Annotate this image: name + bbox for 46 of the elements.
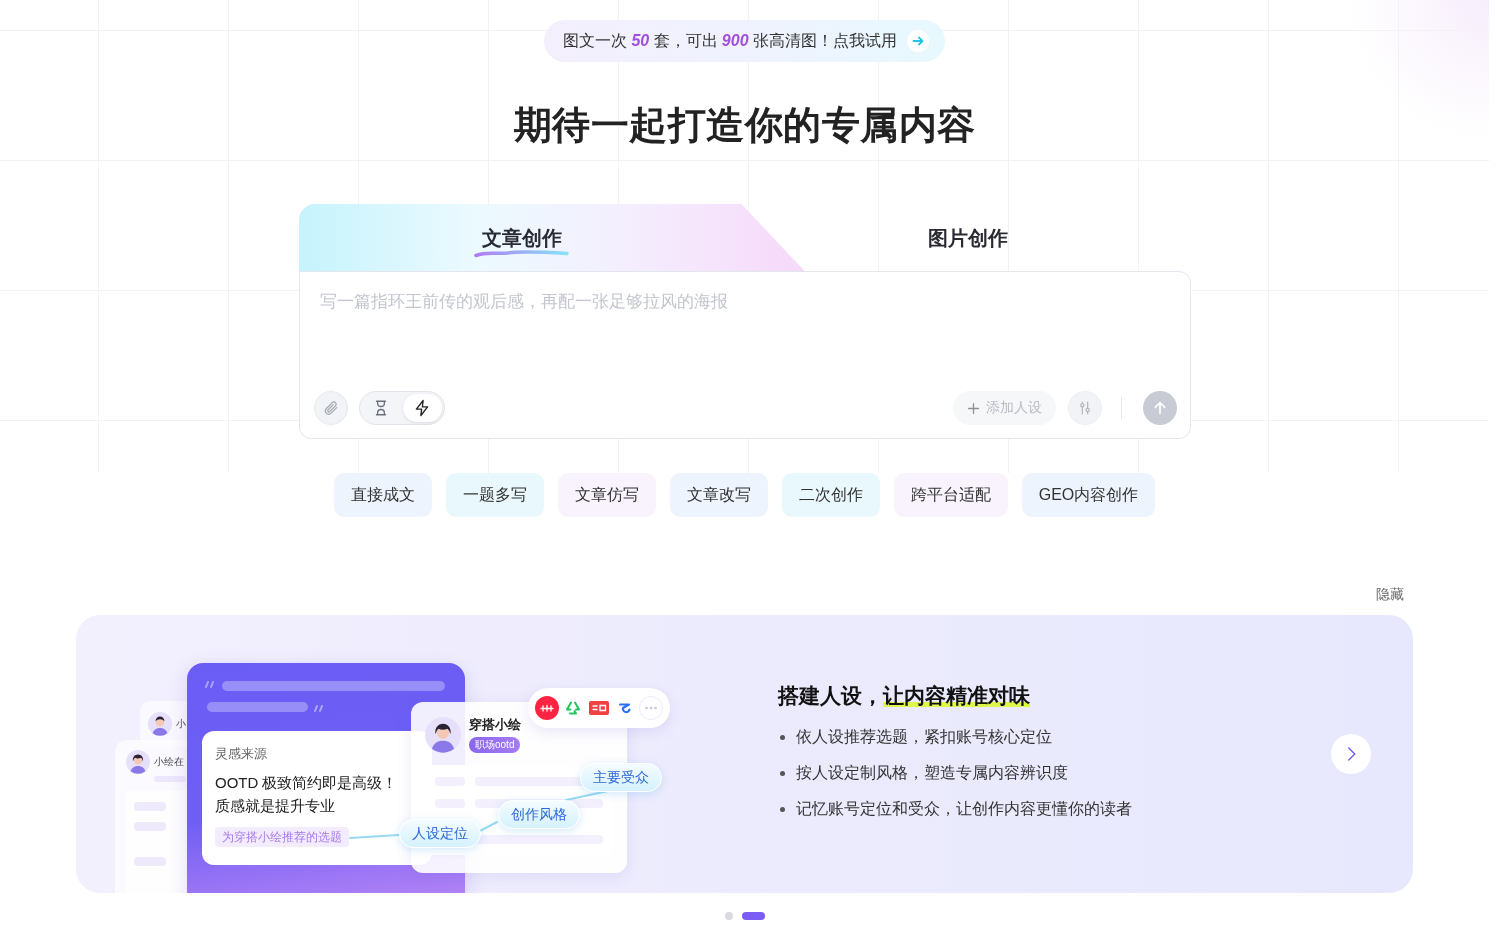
avatar-icon — [126, 750, 150, 774]
hide-link[interactable]: 隐藏 — [1376, 584, 1404, 604]
bullet-icon — [780, 734, 785, 740]
page-headline: 期待一起打造你的专属内容 — [513, 103, 976, 148]
persona-tag: 职场ootd — [469, 737, 521, 753]
placeholder-bar — [154, 776, 186, 782]
arrow-right-icon — [906, 30, 929, 52]
card-text: OOTD 极致简约即是高级！ 质感就是提升专业 — [215, 773, 399, 816]
bullet-icon — [780, 806, 785, 812]
topic-tag: 为穿搭小绘推荐的选题 — [215, 827, 349, 847]
profile-name: 小 — [176, 717, 186, 731]
mode-chip[interactable]: 文章仿写 — [557, 473, 656, 517]
avatar-icon — [148, 712, 172, 736]
plus-icon — [966, 401, 980, 415]
keyword-bubble: 创作风格 — [498, 800, 580, 829]
more-icon — [639, 696, 663, 720]
circle-logo-icon — [535, 696, 559, 720]
tab[interactable]: 图片创作 — [805, 204, 1191, 272]
feature-text: 记忆账号定位和受众，让创作内容更懂你的读者 — [796, 799, 1132, 819]
persona-name: 穿搭小绘 — [469, 716, 521, 734]
settings-button[interactable] — [1067, 391, 1102, 425]
mode-chip[interactable]: 跨平台适配 — [893, 473, 1008, 517]
page-dot[interactable] — [724, 912, 733, 920]
mode-chip[interactable]: 一题多写 — [445, 473, 544, 517]
banner-title: 搭建人设，让内容精准对味 — [778, 683, 1030, 709]
keyword-bubble: 人设定位 — [399, 819, 481, 848]
underline-stroke-icon — [473, 249, 569, 258]
avatar-icon — [425, 716, 461, 753]
next-button[interactable] — [1331, 734, 1371, 774]
attach-button[interactable] — [313, 391, 348, 425]
mode-chip[interactable]: 文章改写 — [669, 473, 768, 517]
keyword-bubble: 主要受众 — [580, 763, 662, 792]
profile-name: 小绘在 — [154, 755, 184, 769]
paperclip-icon — [322, 400, 339, 416]
tab[interactable]: 文章创作 — [298, 204, 806, 272]
lightning-icon — [413, 399, 431, 417]
mode-chip[interactable]: GEO内容创作 — [1021, 473, 1156, 517]
mode-chip[interactable]: 二次创作 — [781, 473, 880, 517]
mode-option[interactable] — [402, 394, 442, 422]
mode-chip[interactable]: 直接成文 — [333, 473, 432, 517]
feature-text: 按人设定制风格，塑造专属内容辨识度 — [796, 763, 1068, 783]
arrow-up-icon — [1151, 400, 1168, 416]
bullet-icon — [780, 770, 785, 776]
card-label: 灵感来源 — [215, 745, 268, 763]
promo-button[interactable]: 图文一次 50 套，可出 900 张高清图！点我试用 — [544, 20, 945, 62]
feature-text: 依人设推荐选题，紧扣账号核心定位 — [796, 727, 1052, 747]
